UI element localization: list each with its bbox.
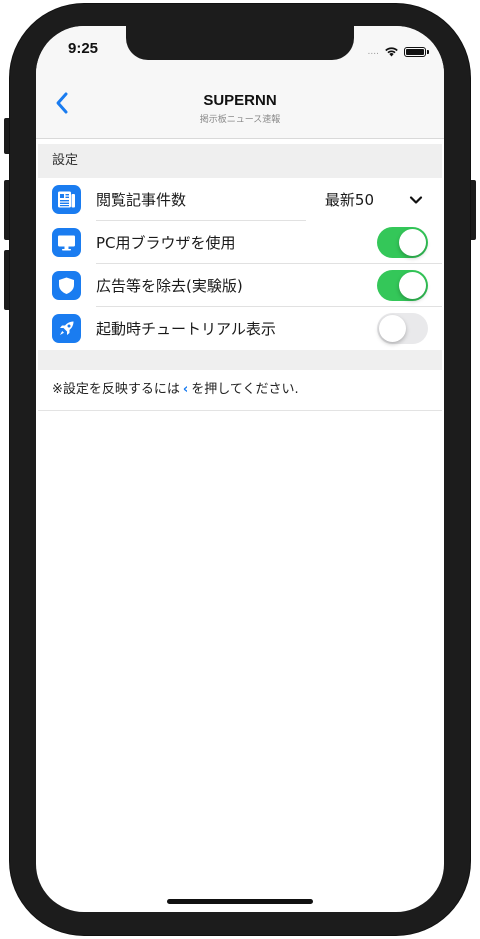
article-count-label: 閲覧記事件数 xyxy=(96,191,187,209)
page: 9:25 .... SUPERNN 掲示板ニュース速報 設定 閲覧記事件数 最新… xyxy=(0,0,480,939)
section-header: 設定 xyxy=(38,144,442,178)
rocket-icon xyxy=(52,314,81,343)
chevron-down-icon[interactable] xyxy=(408,192,424,208)
note-back-chevron-icon: ‹ xyxy=(182,382,189,397)
wifi-icon xyxy=(384,42,399,61)
nav-title: SUPERNN xyxy=(203,92,277,109)
newspaper-icon xyxy=(52,185,81,214)
home-indicator[interactable] xyxy=(167,899,313,904)
article-count-row[interactable]: 閲覧記事件数 最新50 xyxy=(38,178,442,221)
pc-browser-label: PC用ブラウザを使用 xyxy=(96,234,236,252)
status-time: 9:25 xyxy=(68,40,99,57)
settings-list: 閲覧記事件数 最新50 PC用ブラウザを使用 広告等を除去(実験版) 起動時チュ… xyxy=(38,178,442,350)
pc-browser-toggle[interactable] xyxy=(377,227,428,258)
note-prefix: ※設定を反映するには xyxy=(52,382,180,397)
ad-removal-toggle[interactable] xyxy=(377,270,428,301)
article-count-value[interactable]: 最新50 xyxy=(325,189,374,210)
notch xyxy=(126,26,354,60)
status-indicators: .... xyxy=(367,42,429,61)
battery-icon xyxy=(404,46,429,57)
toggle-knob xyxy=(379,315,406,342)
pc-browser-row: PC用ブラウザを使用 xyxy=(38,221,442,264)
monitor-icon xyxy=(52,228,81,257)
tutorial-row: 起動時チュートリアル表示 xyxy=(38,307,442,350)
ad-removal-row: 広告等を除去(実験版) xyxy=(38,264,442,307)
cellular-signal: .... xyxy=(367,46,379,57)
tutorial-toggle[interactable] xyxy=(377,313,428,344)
settings-content: 設定 閲覧記事件数 最新50 PC用ブラウザを使用 広告等を除去(実験版) 起動… xyxy=(38,144,442,411)
toggle-knob xyxy=(399,229,426,256)
settings-note: ※設定を反映するには ‹ を押してください. xyxy=(38,370,442,411)
navigation-bar: SUPERNN 掲示板ニュース速報 xyxy=(36,72,444,139)
ad-removal-label: 広告等を除去(実験版) xyxy=(96,277,243,295)
section-gap xyxy=(38,350,442,370)
shield-icon xyxy=(52,271,81,300)
nav-subtitle: 掲示板ニュース速報 xyxy=(199,115,281,125)
note-suffix: を押してください. xyxy=(191,382,299,397)
phone-screen: 9:25 .... SUPERNN 掲示板ニュース速報 設定 閲覧記事件数 最新… xyxy=(36,26,444,912)
toggle-knob xyxy=(399,272,426,299)
tutorial-label: 起動時チュートリアル表示 xyxy=(96,320,276,338)
